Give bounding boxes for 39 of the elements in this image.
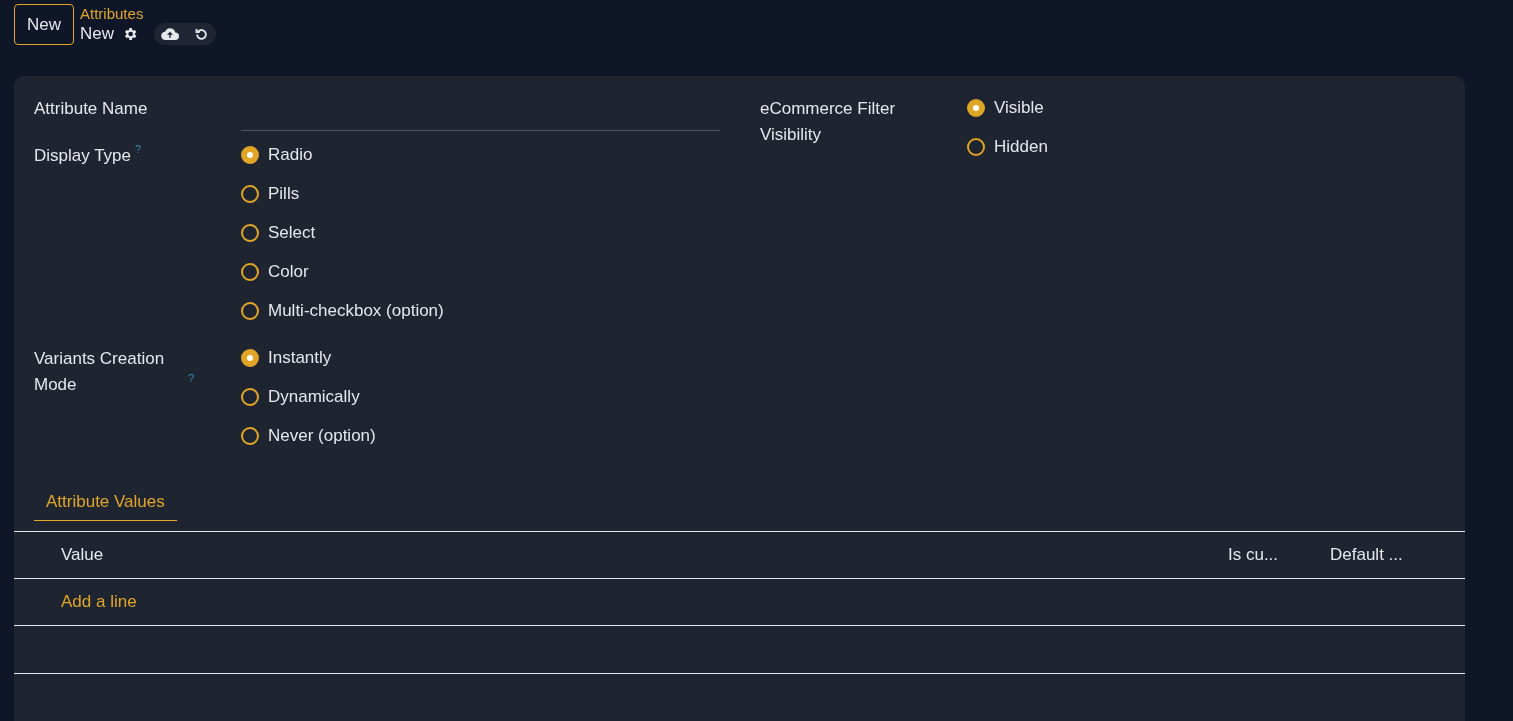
radio-button[interactable] [241, 145, 259, 164]
discard-button[interactable] [186, 23, 217, 45]
help-icon[interactable]: ? [135, 144, 142, 155]
breadcrumb-link[interactable]: Attributes [80, 4, 217, 23]
field-label: Variants Creation Mode [34, 348, 166, 396]
add-line-link[interactable]: Add a line [61, 589, 137, 615]
tab[interactable]: Attribute Values [34, 483, 177, 521]
radio-label: Instantly [268, 346, 332, 369]
radio-label: Select [268, 221, 316, 244]
radio-button[interactable] [967, 137, 985, 156]
radio-label: Color [268, 260, 309, 283]
field-label: eCommerce Filter Visibility [760, 98, 897, 146]
help-icon[interactable]: ? [188, 373, 195, 384]
new-button[interactable]: New [14, 4, 74, 45]
column-header[interactable]: Value [14, 542, 1228, 568]
radio-label: Dynamically [268, 385, 360, 408]
radio-label: Hidden [994, 135, 1048, 158]
undo-icon [193, 26, 209, 42]
field-label: Attribute Name [34, 98, 148, 120]
radio-label: Never (option) [268, 424, 376, 447]
radio-label: Pills [268, 182, 300, 205]
radio-label: Radio [268, 143, 313, 166]
record-title: New [80, 23, 115, 45]
field-label: Display Type [34, 145, 131, 167]
gear-icon[interactable] [122, 26, 139, 42]
column-header[interactable]: Default ... [1330, 542, 1465, 568]
radio-button[interactable] [967, 98, 985, 117]
cloud-upload-icon [161, 27, 180, 41]
radio-button[interactable] [241, 184, 259, 203]
radio-label: Multi-checkbox (option) [268, 299, 444, 322]
radio-button[interactable] [241, 223, 259, 242]
radio-button[interactable] [241, 426, 259, 445]
column-header[interactable]: Is cu... [1228, 542, 1330, 568]
radio-button[interactable] [241, 387, 259, 406]
radio-label: Visible [994, 96, 1044, 119]
radio-button[interactable] [241, 301, 259, 320]
radio-button[interactable] [241, 262, 259, 281]
radio-button[interactable] [241, 348, 259, 367]
upload-cloud-button[interactable] [154, 23, 187, 45]
